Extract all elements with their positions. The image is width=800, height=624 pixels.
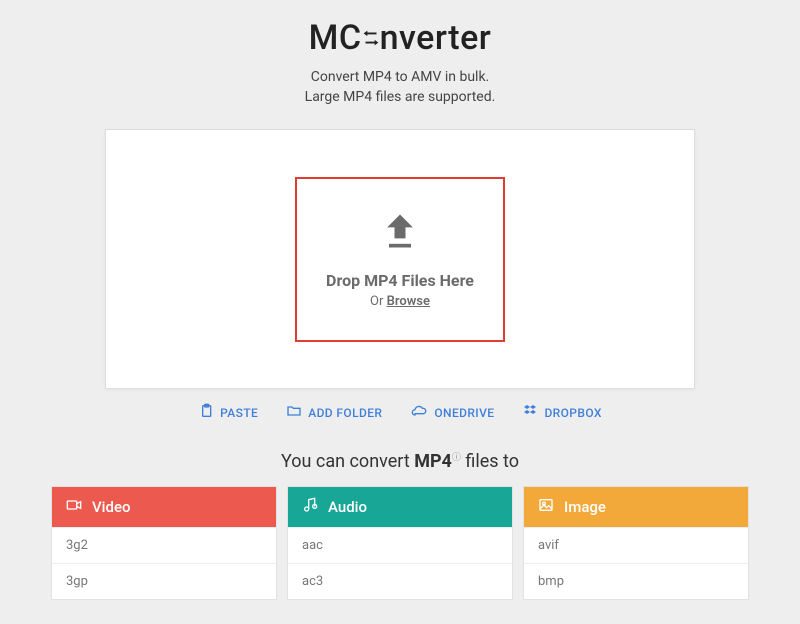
logo: MC nverter: [309, 18, 492, 58]
or-text: Or: [370, 294, 387, 309]
dropbox-icon: [522, 403, 538, 422]
info-icon[interactable]: ⓘ: [452, 453, 461, 463]
category-header-audio: Audio: [288, 487, 512, 527]
subtitle: Convert MP4 to AMV in bulk. Large MP4 fi…: [0, 68, 800, 107]
add-folder-label: ADD FOLDER: [308, 406, 382, 420]
paste-button[interactable]: PASTE: [198, 403, 258, 422]
drop-zone[interactable]: Drop MP4 Files Here Or Browse: [295, 177, 505, 342]
video-icon: [66, 497, 82, 517]
clipboard-icon: [198, 403, 214, 422]
convert-format: MP4: [414, 451, 452, 472]
category-audio-label: Audio: [328, 498, 367, 516]
browse-link[interactable]: Browse: [387, 294, 430, 309]
category-header-image: Image: [524, 487, 748, 527]
drop-title: Drop MP4 Files Here: [326, 271, 474, 290]
dropbox-button[interactable]: DROPBOX: [522, 403, 601, 422]
format-item[interactable]: ac3: [288, 563, 512, 599]
upload-icon: [378, 209, 422, 257]
format-item[interactable]: avif: [524, 527, 748, 563]
category-image-label: Image: [564, 498, 606, 516]
category-audio: Audio aac ac3: [287, 486, 513, 600]
page-header: MC nverter Convert MP4 to AMV in bulk. L…: [0, 0, 800, 107]
upload-card: Drop MP4 Files Here Or Browse: [105, 129, 695, 389]
category-video: Video 3g2 3gp: [51, 486, 277, 600]
format-categories: Video 3g2 3gp Audio aac ac3: [51, 486, 749, 600]
onedrive-label: ONEDRIVE: [434, 406, 494, 420]
image-icon: [538, 497, 554, 517]
logo-suffix: nverter: [380, 18, 492, 58]
folder-icon: [286, 403, 302, 422]
paste-label: PASTE: [220, 406, 258, 420]
category-image: Image avif bmp: [523, 486, 749, 600]
cloud-icon: [410, 403, 428, 422]
source-row: PASTE ADD FOLDER ONEDRIVE DROPBOX: [0, 403, 800, 422]
dropbox-label: DROPBOX: [544, 406, 601, 420]
add-folder-button[interactable]: ADD FOLDER: [286, 403, 382, 422]
category-video-label: Video: [92, 498, 131, 516]
onedrive-button[interactable]: ONEDRIVE: [410, 403, 494, 422]
drop-subtitle: Or Browse: [370, 294, 430, 309]
swap-icon: [360, 27, 382, 49]
format-item[interactable]: aac: [288, 527, 512, 563]
logo-prefix: MC: [309, 18, 362, 58]
convert-title: You can convert MP4ⓘ files to: [0, 450, 800, 472]
format-item[interactable]: 3gp: [52, 563, 276, 599]
format-item[interactable]: 3g2: [52, 527, 276, 563]
subtitle-line-2: Large MP4 files are supported.: [0, 88, 800, 108]
category-header-video: Video: [52, 487, 276, 527]
music-icon: [302, 497, 318, 517]
format-item[interactable]: bmp: [524, 563, 748, 599]
subtitle-line-1: Convert MP4 to AMV in bulk.: [0, 68, 800, 88]
convert-suffix: files to: [461, 451, 519, 472]
convert-prefix: You can convert: [281, 451, 414, 472]
